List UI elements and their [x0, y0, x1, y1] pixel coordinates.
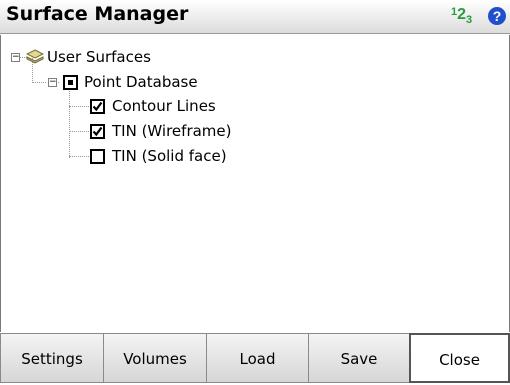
title-bar: Surface Manager 123 ?	[0, 0, 510, 34]
tree-node-user-surfaces[interactable]: − User Surfaces	[1, 47, 301, 67]
volumes-button[interactable]: Volumes	[103, 333, 207, 383]
collapse-icon[interactable]: −	[11, 53, 20, 62]
window-title: Surface Manager	[6, 3, 189, 25]
tree-node-label: Point Database	[84, 73, 198, 91]
surface-tree: − User Surfaces − Point Database Contour…	[0, 35, 510, 332]
tree-node-label: TIN (Wireframe)	[112, 122, 232, 140]
tree-node-tin-solid-face[interactable]: TIN (Solid face)	[1, 146, 321, 166]
tree-node-contour-lines[interactable]: Contour Lines	[1, 96, 321, 116]
contour-lines-checkbox[interactable]	[90, 99, 105, 114]
partial-checkbox[interactable]	[63, 75, 78, 90]
close-button[interactable]: Close	[409, 333, 510, 383]
layers-icon	[26, 49, 44, 64]
tree-node-point-database[interactable]: − Point Database	[1, 72, 301, 92]
tree-node-label: Contour Lines	[112, 97, 216, 115]
save-button[interactable]: Save	[308, 333, 410, 383]
help-icon[interactable]: ?	[488, 7, 506, 25]
load-button[interactable]: Load	[206, 333, 309, 383]
tin-wireframe-checkbox[interactable]	[90, 124, 105, 139]
tree-node-label: User Surfaces	[47, 48, 151, 66]
settings-button[interactable]: Settings	[0, 333, 104, 383]
tin-solid-face-checkbox[interactable]	[90, 149, 105, 164]
button-bar: Settings Volumes Load Save Close	[0, 333, 510, 383]
tree-node-label: TIN (Solid face)	[112, 147, 227, 165]
numeric-input-icon[interactable]: 123	[451, 6, 472, 26]
tree-node-tin-wireframe[interactable]: TIN (Wireframe)	[1, 121, 321, 141]
collapse-icon[interactable]: −	[48, 78, 57, 87]
